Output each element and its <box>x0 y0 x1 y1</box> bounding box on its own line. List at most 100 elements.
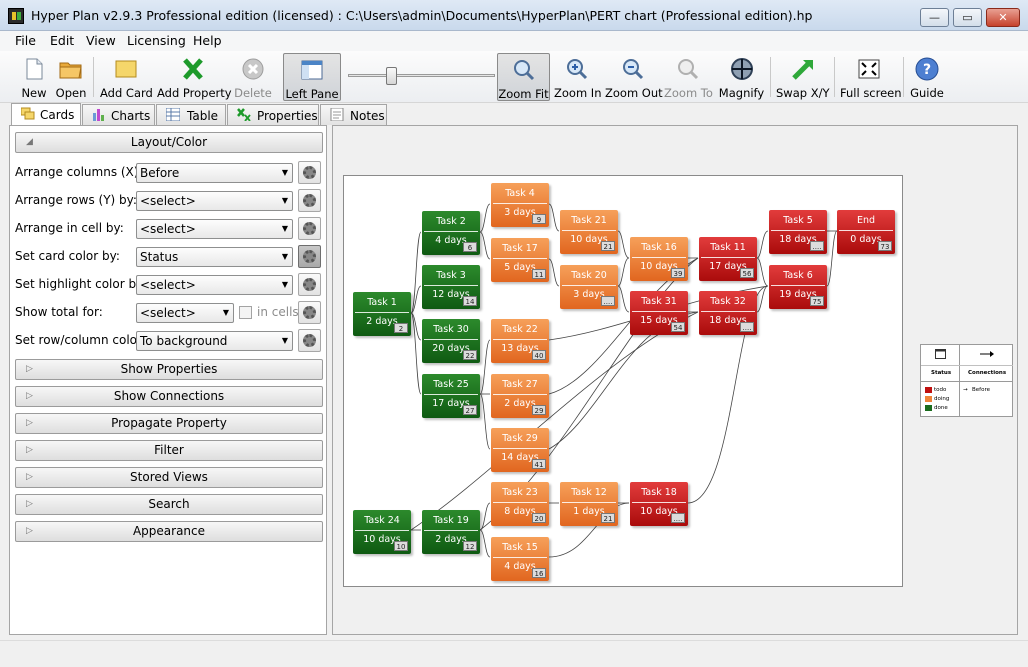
legend-connection-before: Before <box>972 387 990 393</box>
task-card[interactable]: Task 29 14 days 41 <box>491 428 549 472</box>
tab-table[interactable]: Table <box>156 104 226 125</box>
task-card[interactable]: Task 22 13 days 40 <box>491 319 549 363</box>
task-badge: 73 <box>878 241 892 251</box>
status-bar <box>0 640 1028 667</box>
highlight-color-settings[interactable] <box>298 273 321 296</box>
notes-icon <box>330 108 344 121</box>
appearance-section-header[interactable]: ▷ Appearance <box>15 521 323 542</box>
show-connections-section-header[interactable]: ▷ Show Connections <box>15 386 323 407</box>
arrange-rows-select[interactable]: <select> ▼ <box>136 191 293 211</box>
menu-file[interactable]: File <box>15 33 36 48</box>
card-color-select[interactable]: Status ▼ <box>136 247 293 267</box>
zoom-out-button[interactable]: Zoom Out <box>605 53 663 101</box>
task-card[interactable]: Task 15 4 days 16 <box>491 537 549 581</box>
properties-icon <box>237 108 251 121</box>
swap-xy-button[interactable]: Swap X/Y <box>776 53 830 101</box>
expand-arrow-icon: ▷ <box>26 364 33 374</box>
layout-color-section-header[interactable]: ◢ Layout/Color <box>15 132 323 153</box>
zoom-slider-track[interactable] <box>348 74 495 77</box>
task-card[interactable]: Task 32 18 days.... <box>699 291 757 335</box>
close-button[interactable]: ✕ <box>986 8 1020 27</box>
dropdown-arrow-icon: ▼ <box>222 308 229 317</box>
task-card[interactable]: Task 6 19 days 75 <box>769 265 827 309</box>
task-card[interactable]: Task 23 8 days 20 <box>491 482 549 526</box>
arrange-columns-settings[interactable] <box>298 161 321 184</box>
minimize-button[interactable]: — <box>920 8 949 27</box>
search-section-header[interactable]: ▷ Search <box>15 494 323 515</box>
row-column-color-settings[interactable] <box>298 329 321 352</box>
task-badge: 21 <box>601 513 615 523</box>
show-total-settings[interactable] <box>298 301 321 324</box>
task-card[interactable]: Task 20 3 days.... <box>560 265 618 309</box>
legend-status-header: Status <box>931 370 952 376</box>
show-total-select[interactable]: <select> ▼ <box>136 303 234 323</box>
task-card[interactable]: Task 21 10 days 21 <box>560 210 618 254</box>
zoom-slider-thumb[interactable] <box>386 67 398 85</box>
add-property-button[interactable]: Add Property <box>157 53 232 101</box>
menu-view[interactable]: View <box>86 33 116 48</box>
full-screen-button[interactable]: Full screen <box>840 53 902 101</box>
arrange-rows-settings[interactable] <box>298 189 321 212</box>
maximize-button[interactable]: ▭ <box>953 8 982 27</box>
expand-arrow-icon: ▷ <box>26 445 33 455</box>
task-card[interactable]: Task 25 17 days 27 <box>422 374 480 418</box>
row-column-color-select[interactable]: To background ▼ <box>136 331 293 351</box>
task-card[interactable]: Task 18 10 days.... <box>630 482 688 526</box>
task-badge: 6 <box>463 242 477 252</box>
task-badge: .... <box>671 513 685 523</box>
show-properties-section-header[interactable]: ▷ Show Properties <box>15 359 323 380</box>
legend-arrow-icon: → <box>963 387 968 393</box>
task-badge: 40 <box>532 350 546 360</box>
menu-help[interactable]: Help <box>193 33 222 48</box>
task-card[interactable]: Task 43 days 9 <box>491 183 549 227</box>
guide-button[interactable]: ? Guide <box>908 53 946 101</box>
task-card[interactable]: Task 19 2 days 12 <box>422 510 480 554</box>
full-screen-icon <box>858 59 880 79</box>
delete-button[interactable]: Delete <box>233 53 273 101</box>
task-card[interactable]: Task 11 17 days 56 <box>699 237 757 281</box>
tab-cards[interactable]: Cards <box>11 103 81 126</box>
stored-views-section-header[interactable]: ▷ Stored Views <box>15 467 323 488</box>
toolbar-separator <box>770 57 771 97</box>
task-badge: 39 <box>671 268 685 278</box>
menu-licensing[interactable]: Licensing <box>127 33 186 48</box>
new-button[interactable]: New <box>16 53 52 101</box>
task-card[interactable]: Task 12 days 2 <box>353 292 411 336</box>
magnify-button[interactable]: Magnify <box>718 53 765 101</box>
tab-properties[interactable]: Properties <box>227 104 319 125</box>
left-pane-button[interactable]: Left Pane <box>283 53 341 101</box>
task-badge: .... <box>810 241 824 251</box>
zoom-to-button[interactable]: Zoom To <box>664 53 713 101</box>
arrange-columns-select[interactable]: Before ▼ <box>136 163 293 183</box>
task-card[interactable]: Task 12 1 days 21 <box>560 482 618 526</box>
task-card[interactable]: Task 31 15 days 54 <box>630 291 688 335</box>
open-button[interactable]: Open <box>54 53 88 101</box>
in-cells-checkbox[interactable] <box>239 306 252 319</box>
add-card-button[interactable]: Add Card <box>100 53 153 101</box>
zoom-in-button[interactable]: Zoom In <box>554 53 602 101</box>
card-color-settings[interactable] <box>298 245 321 268</box>
task-card[interactable]: Task 17 5 days 11 <box>491 238 549 282</box>
tab-charts[interactable]: Charts <box>82 104 155 125</box>
cards-icon <box>21 107 35 120</box>
arrange-in-cell-select[interactable]: <select> ▼ <box>136 219 293 239</box>
task-card[interactable]: Task 24 10 days 10 <box>353 510 411 554</box>
arrange-in-cell-settings[interactable] <box>298 217 321 240</box>
task-card[interactable]: Task 27 2 days 29 <box>491 374 549 418</box>
dropdown-arrow-icon: ▼ <box>281 280 288 289</box>
task-card[interactable]: Task 5 18 days.... <box>769 210 827 254</box>
task-card[interactable]: Task 30 20 days 22 <box>422 319 480 363</box>
tab-notes[interactable]: Notes <box>320 104 387 125</box>
task-card[interactable]: Task 16 10 days 39 <box>630 237 688 281</box>
task-card[interactable]: Task 24 days 6 <box>422 211 480 255</box>
task-card[interactable]: End 0 days 73 <box>837 210 895 254</box>
help-icon: ? <box>915 57 939 81</box>
zoom-fit-button[interactable]: Zoom Fit <box>497 53 550 101</box>
propagate-property-section-header[interactable]: ▷ Propagate Property <box>15 413 323 434</box>
task-card[interactable]: Task 3 12 days 14 <box>422 265 480 309</box>
menu-edit[interactable]: Edit <box>50 33 74 48</box>
highlight-color-select[interactable]: <select> ▼ <box>136 275 293 295</box>
legend-swatch-todo <box>925 387 932 393</box>
task-badge: 14 <box>463 296 477 306</box>
filter-section-header[interactable]: ▷ Filter <box>15 440 323 461</box>
